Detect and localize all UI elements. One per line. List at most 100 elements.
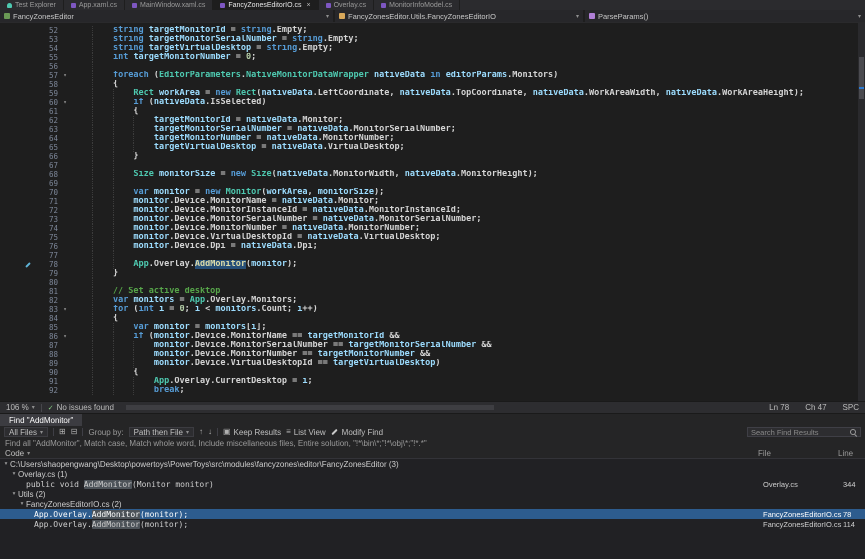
code-line-68[interactable]: 68 Size monitorSize = new Size(nativeDat…: [0, 170, 865, 179]
code-line-85[interactable]: 85 var monitor = monitors[i];: [0, 323, 865, 332]
code-line-62[interactable]: 62 targetMonitorId = nativeData.Monitor;: [0, 116, 865, 125]
code-line-75[interactable]: 75 monitor.Device.VirtualDesktopId = nat…: [0, 233, 865, 242]
find-result-leaf[interactable]: public void AddMonitor(Monitor monitor)O…: [0, 479, 865, 489]
tab-overlay-cs[interactable]: Overlay.cs: [319, 0, 375, 10]
code-line-67[interactable]: 67: [0, 161, 865, 170]
project-dropdown[interactable]: FancyZonesEditor ▾: [0, 10, 333, 22]
code-text: targetMonitorId = nativeData.Monitor;: [72, 116, 865, 125]
code-line-71[interactable]: 71 monitor.Device.MonitorName = nativeDa…: [0, 197, 865, 206]
code-line-83[interactable]: 83▾ for (int i = 0; i < monitors.Count; …: [0, 305, 865, 314]
code-line-90[interactable]: 90 {: [0, 368, 865, 377]
code-line-86[interactable]: 86▾ if (monitor.Device.MonitorName == ta…: [0, 332, 865, 341]
result-content: ▾Utils (2): [0, 490, 763, 499]
find-results-tab[interactable]: Find "AddMonitor": [0, 414, 82, 426]
line-column-header[interactable]: Line: [838, 449, 860, 458]
type-dropdown[interactable]: FancyZonesEditor.Utils.FancyZonesEditorI…: [335, 10, 583, 22]
expand-chevron-icon[interactable]: ▾: [2, 461, 10, 467]
code-line-81[interactable]: 81 // Set active desktop: [0, 287, 865, 296]
keep-results-toggle[interactable]: ▣ Keep Results: [223, 427, 281, 437]
fold-gutter: [58, 341, 72, 350]
code-line-78[interactable]: 78 App.Overlay.AddMonitor(monitor);: [0, 260, 865, 269]
result-file: FancyZonesEditorIO.cs: [763, 520, 843, 529]
code-line-80[interactable]: 80: [0, 278, 865, 287]
zoom-select[interactable]: 106 % ▾: [6, 403, 35, 412]
code-line-91[interactable]: 91 App.Overlay.CurrentDesktop = i;: [0, 377, 865, 386]
code-line-74[interactable]: 74 monitor.Device.MonitorNumber = native…: [0, 224, 865, 233]
previous-result-icon[interactable]: ↑: [199, 427, 203, 437]
code-line-76[interactable]: 76 monitor.Device.Dpi = nativeData.Dpi;: [0, 242, 865, 251]
breakpoint-margin: [0, 368, 34, 377]
code-line-84[interactable]: 84 {: [0, 314, 865, 323]
code-line-66[interactable]: 66 }: [0, 152, 865, 161]
tab-app-xaml-cs[interactable]: App.xaml.cs: [64, 0, 125, 10]
code-line-73[interactable]: 73 monitor.Device.MonitorSerialNumber = …: [0, 215, 865, 224]
code-line-77[interactable]: 77: [0, 251, 865, 260]
code-line-65[interactable]: 65 targetVirtualDesktop = nativeData.Vir…: [0, 143, 865, 152]
document-health-indicator[interactable]: ✓ No issues found: [48, 403, 114, 412]
editor-vertical-scrollbar[interactable]: [858, 23, 865, 401]
keep-results-icon: ▣: [223, 427, 231, 437]
code-line-70[interactable]: 70 var monitor = new Monitor(workArea, m…: [0, 188, 865, 197]
scrollbar-thumb[interactable]: [859, 57, 864, 99]
code-line-64[interactable]: 64 targetMonitorNumber = nativeData.Moni…: [0, 134, 865, 143]
breakpoint-margin: [0, 116, 34, 125]
spaces-indicator[interactable]: SPC: [843, 403, 859, 412]
modify-find-button[interactable]: Modify Find: [331, 428, 383, 437]
expand-all-icon[interactable]: ⊞: [59, 427, 66, 437]
find-result-group[interactable]: ▾C:\Users\shaopengwang\Desktop\powertoys…: [0, 459, 865, 469]
code-editor[interactable]: 52 string targetMonitorId = string.Empty…: [0, 23, 865, 401]
tab-mainwindow-xaml-cs[interactable]: MainWindow.xaml.cs: [125, 0, 213, 10]
code-filter-dropdown[interactable]: Code ▾: [5, 449, 30, 458]
find-result-group[interactable]: ▾Overlay.cs (1): [0, 469, 865, 479]
collapse-all-icon[interactable]: ⊟: [71, 427, 78, 437]
file-column-header[interactable]: File: [758, 449, 838, 458]
tab-monitorinfomodel-cs[interactable]: MonitorInfoModel.cs: [374, 0, 460, 10]
expand-chevron-icon[interactable]: ▾: [10, 471, 18, 477]
fold-chevron-icon[interactable]: ▾: [58, 332, 72, 341]
code-line-69[interactable]: 69: [0, 179, 865, 188]
code-line-89[interactable]: 89 monitor.Device.VirtualDesktopId == ta…: [0, 359, 865, 368]
search-input[interactable]: [751, 428, 848, 437]
horizontal-scrollbar[interactable]: [120, 404, 753, 411]
code-line-59[interactable]: 59 Rect workArea = new Rect(nativeData.L…: [0, 89, 865, 98]
toolbar-separator: [217, 428, 218, 436]
scope-dropdown[interactable]: All Files ▾: [4, 427, 48, 437]
find-result-group[interactable]: ▾FancyZonesEditorIO.cs (2): [0, 499, 865, 509]
find-result-leaf[interactable]: App.Overlay.AddMonitor(monitor);FancyZon…: [0, 509, 865, 519]
code-line-87[interactable]: 87 monitor.Device.MonitorSerialNumber ==…: [0, 341, 865, 350]
fold-gutter: [58, 278, 72, 287]
group-by-dropdown[interactable]: Path then File ▾: [129, 427, 194, 437]
code-line-58[interactable]: 58 {: [0, 80, 865, 89]
member-dropdown[interactable]: ParseParams() ▾: [585, 10, 865, 22]
tab-test-explorer[interactable]: Test Explorer: [0, 0, 64, 10]
code-line-79[interactable]: 79 }: [0, 269, 865, 278]
code-line-61[interactable]: 61 {: [0, 107, 865, 116]
tab-fancyzoneseditorio-cs[interactable]: FancyZonesEditorIO.cs×: [213, 0, 318, 10]
find-result-leaf[interactable]: App.Overlay.AddMonitor(monitor);FancyZon…: [0, 519, 865, 529]
code-line-54[interactable]: 54 string targetVirtualDesktop = string.…: [0, 44, 865, 53]
fold-chevron-icon[interactable]: ▾: [58, 98, 72, 107]
find-result-group[interactable]: ▾Utils (2): [0, 489, 865, 499]
code-line-57[interactable]: 57▾ foreach (EditorParameters.NativeMoni…: [0, 71, 865, 80]
fold-chevron-icon[interactable]: ▾: [58, 305, 72, 314]
list-view-toggle[interactable]: ≡ List View: [286, 427, 326, 437]
fold-gutter: [58, 62, 72, 71]
code-line-56[interactable]: 56: [0, 62, 865, 71]
code-line-63[interactable]: 63 targetMonitorSerialNumber = nativeDat…: [0, 125, 865, 134]
fold-chevron-icon[interactable]: ▾: [58, 71, 72, 80]
code-line-60[interactable]: 60▾ if (nativeData.IsSelected): [0, 98, 865, 107]
code-line-52[interactable]: 52 string targetMonitorId = string.Empty…: [0, 26, 865, 35]
code-line-92[interactable]: 92 break;: [0, 386, 865, 395]
code-line-53[interactable]: 53 string targetMonitorSerialNumber = st…: [0, 35, 865, 44]
scrollbar-thumb[interactable]: [126, 405, 493, 410]
close-icon[interactable]: ×: [306, 2, 310, 9]
code-line-55[interactable]: 55 int targetMonitorNumber = 0;: [0, 53, 865, 62]
next-result-icon[interactable]: ↓: [208, 427, 212, 437]
code-line-72[interactable]: 72 monitor.Device.MonitorInstanceId = na…: [0, 206, 865, 215]
expand-chevron-icon[interactable]: ▾: [18, 501, 26, 507]
code-line-82[interactable]: 82 var monitors = App.Overlay.Monitors;: [0, 296, 865, 305]
line-number: 82: [34, 296, 58, 305]
expand-chevron-icon[interactable]: ▾: [10, 491, 18, 497]
code-line-88[interactable]: 88 monitor.Device.MonitorNumber == targe…: [0, 350, 865, 359]
search-find-results-box[interactable]: [747, 427, 861, 437]
